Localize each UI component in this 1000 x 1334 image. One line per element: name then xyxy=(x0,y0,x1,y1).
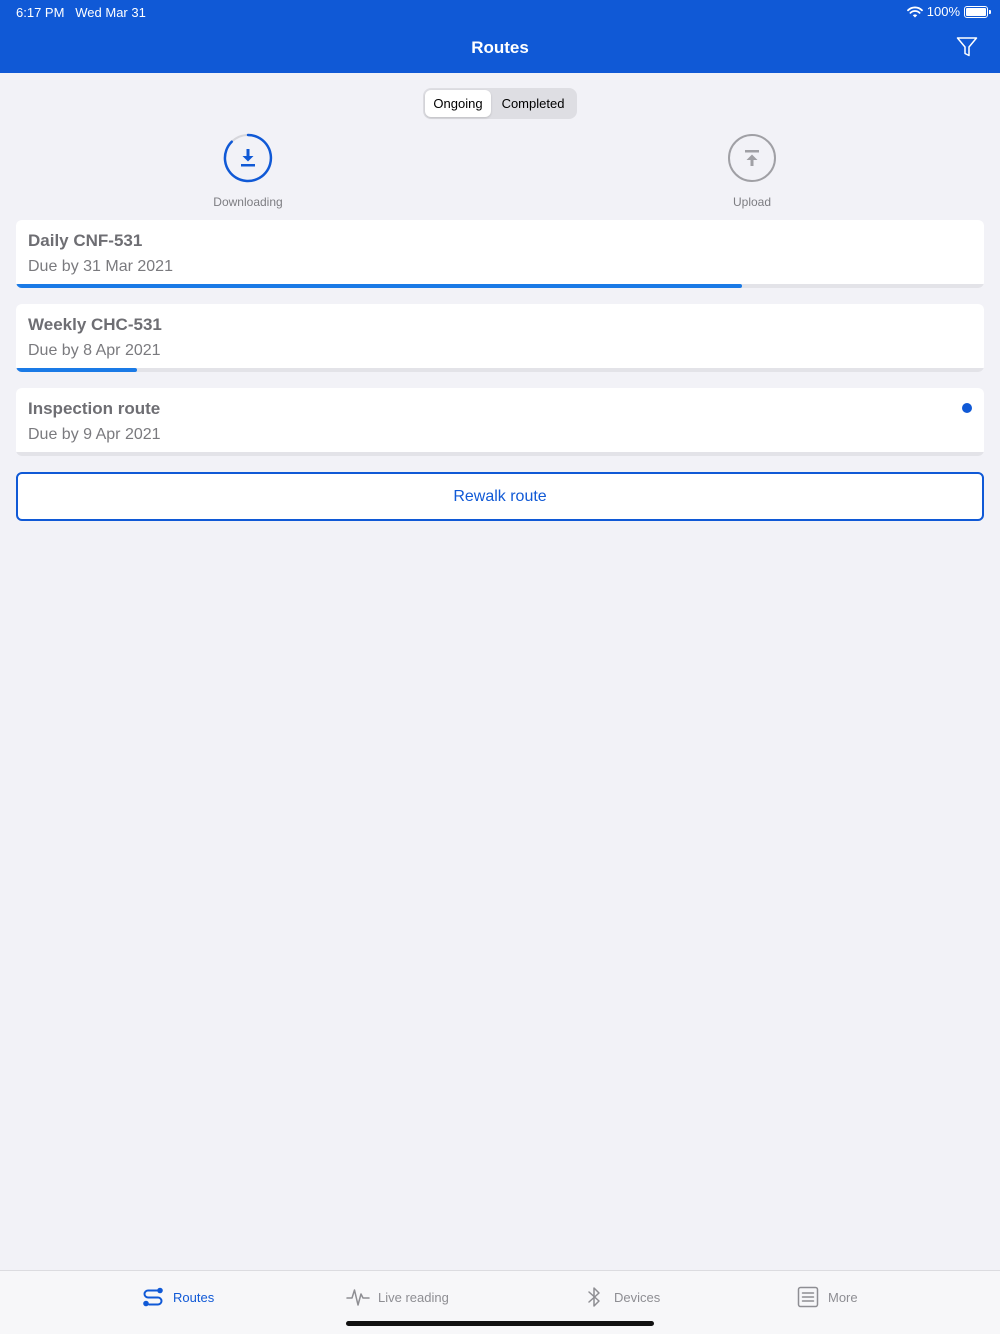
battery-icon xyxy=(964,5,991,18)
tab-more-label: More xyxy=(828,1289,858,1305)
route-progress-track xyxy=(16,284,984,288)
route-title: Inspection route xyxy=(28,399,161,418)
upload-label: Upload xyxy=(732,195,772,209)
route-progress-track xyxy=(16,452,984,456)
segment-completed[interactable]: Completed xyxy=(491,90,575,117)
route-card[interactable]: Daily CNF-531 Due by 31 Mar 2021 xyxy=(16,220,984,288)
segment-ongoing[interactable]: Ongoing xyxy=(425,90,491,117)
rewalk-route-button[interactable]: Rewalk route xyxy=(16,472,984,521)
download-progress-icon xyxy=(223,133,273,183)
route-progress-bar xyxy=(16,368,137,372)
upload-icon xyxy=(728,134,776,182)
status-segmented-control: Ongoing Completed xyxy=(423,88,577,119)
route-progress-bar xyxy=(16,284,742,288)
status-date: Wed Mar 31 xyxy=(75,5,146,20)
wifi-icon xyxy=(906,6,923,17)
route-title: Daily CNF-531 xyxy=(28,231,143,250)
routes-icon xyxy=(143,1287,163,1307)
route-due-date: Due by 31 Mar 2021 xyxy=(28,258,173,275)
route-due-date: Due by 9 Apr 2021 xyxy=(28,426,161,443)
tab-live-reading[interactable]: Live reading xyxy=(346,1283,449,1311)
route-due-date: Due by 8 Apr 2021 xyxy=(28,342,161,359)
status-time: 6:17 PM Wed Mar 31 xyxy=(16,5,146,20)
bluetooth-icon xyxy=(588,1287,600,1307)
route-card[interactable]: Weekly CHC-531 Due by 8 Apr 2021 xyxy=(16,304,984,372)
status-indicators: 100% xyxy=(906,4,991,19)
nav-header: 6:17 PM Wed Mar 31 100% Routes xyxy=(0,0,1000,73)
menu-list-icon xyxy=(797,1286,819,1308)
tab-devices-label: Devices xyxy=(614,1289,661,1305)
page-title: Routes xyxy=(471,38,529,57)
status-clock: 6:17 PM xyxy=(16,5,65,20)
filter-icon[interactable] xyxy=(956,36,978,58)
home-indicator xyxy=(346,1321,654,1326)
pulse-icon xyxy=(346,1289,370,1306)
tab-routes-label: Routes xyxy=(173,1289,215,1305)
route-progress-track xyxy=(16,368,984,372)
new-route-indicator-dot xyxy=(962,403,972,413)
download-action[interactable]: Downloading xyxy=(188,133,308,209)
tab-more[interactable]: More xyxy=(796,1283,858,1311)
tab-routes[interactable]: Routes xyxy=(141,1283,214,1311)
upload-action[interactable]: Upload xyxy=(692,133,812,209)
download-label: Downloading xyxy=(213,195,283,209)
tab-devices[interactable]: Devices xyxy=(582,1283,660,1311)
battery-percent: 100% xyxy=(926,4,960,19)
route-title: Weekly CHC-531 xyxy=(28,315,162,334)
route-card[interactable]: Inspection route Due by 9 Apr 2021 xyxy=(16,388,984,456)
tab-live-reading-label: Live reading xyxy=(378,1289,449,1305)
